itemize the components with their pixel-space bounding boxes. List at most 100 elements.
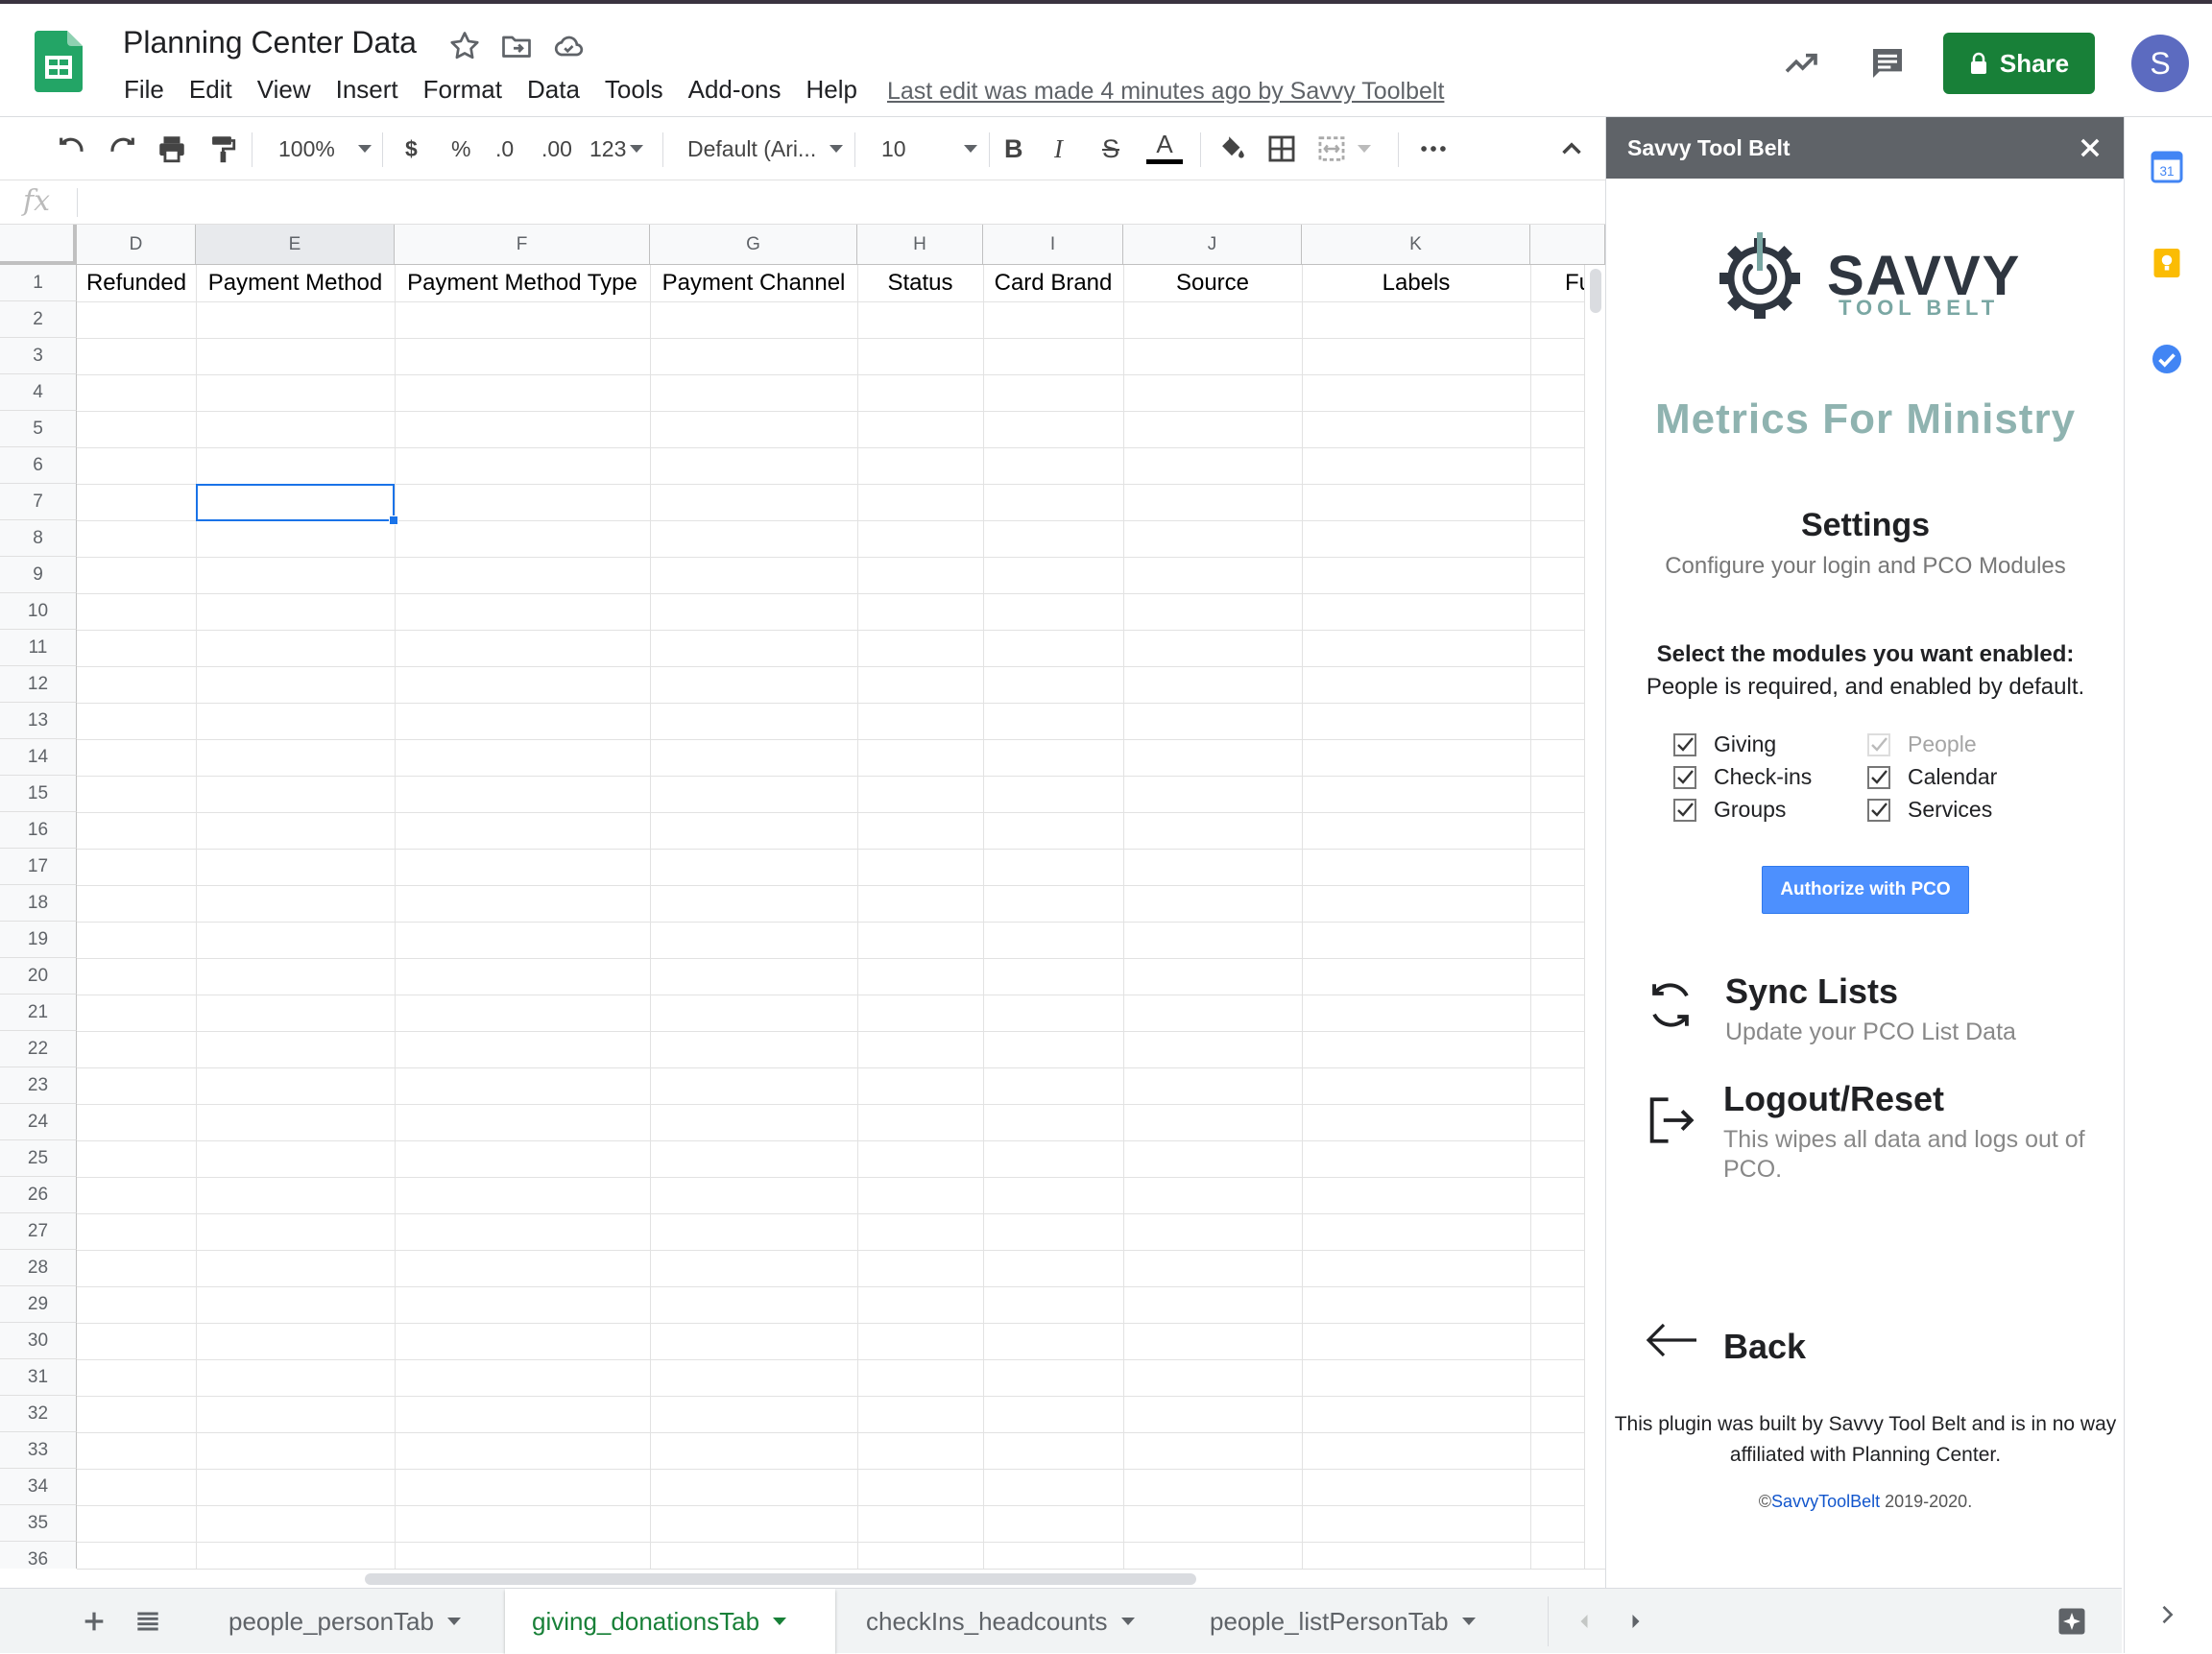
cell-h1[interactable]: Status [857,265,983,301]
italic-button[interactable]: I [1054,131,1063,167]
back-link[interactable]: Back [1723,1327,1806,1367]
row-header[interactable]: 3 [0,338,77,374]
merge-cells-icon[interactable] [1315,131,1371,167]
row-header[interactable]: 15 [0,776,77,812]
row-header[interactable]: 27 [0,1213,77,1250]
row-header[interactable]: 1 [0,265,77,301]
increase-decimal-button[interactable]: .00 [541,131,572,167]
row-header[interactable]: 17 [0,849,77,885]
row-header[interactable]: 25 [0,1140,77,1177]
last-edit-link[interactable]: Last edit was made 4 minutes ago by Savv… [887,78,1444,106]
column-header-g[interactable]: G [650,225,857,265]
sheets-logo-icon[interactable] [35,31,83,92]
row-header[interactable]: 6 [0,447,77,484]
cell-f1[interactable]: Payment Method Type [395,265,650,301]
close-icon[interactable] [2077,134,2104,161]
selected-cell[interactable] [196,484,395,521]
share-button[interactable]: Share [1943,33,2095,94]
horizontal-scrollbar[interactable] [77,1569,1605,1588]
row-header[interactable]: 23 [0,1067,77,1104]
arrow-left-icon[interactable] [1645,1321,1698,1359]
row-header[interactable]: 12 [0,666,77,703]
row-header[interactable]: 18 [0,885,77,922]
row-header[interactable]: 11 [0,630,77,666]
logout-reset-title[interactable]: Logout/Reset [1723,1079,1944,1119]
sheet-tab-giving-donations[interactable]: giving_donationsTab [505,1589,835,1654]
fill-handle[interactable] [389,515,398,525]
cloud-saved-icon[interactable] [551,29,586,63]
authorize-pco-button[interactable]: Authorize with PCO [1762,866,1969,914]
vertical-scroll-thumb[interactable] [1590,269,1601,313]
font-size-select[interactable]: 10 [881,131,977,167]
row-header[interactable]: 10 [0,593,77,630]
borders-icon[interactable] [1265,131,1298,167]
menu-format[interactable]: Format [411,75,515,105]
menu-help[interactable]: Help [793,75,869,105]
column-header-d[interactable]: D [77,225,196,265]
savvy-toolbelt-link[interactable]: SavvyToolBelt [1771,1492,1880,1511]
cell-i1[interactable]: Card Brand [983,265,1123,301]
collapse-menus-icon[interactable] [1555,131,1588,167]
select-all-corner[interactable] [0,225,77,265]
document-title[interactable]: Planning Center Data [123,25,417,60]
cell-e1[interactable]: Payment Method [196,265,395,301]
zoom-select[interactable]: 100% [278,131,372,167]
redo-icon[interactable] [106,131,138,167]
sheet-tab-checkins-headcounts[interactable]: checkIns_headcounts [839,1589,1166,1654]
account-avatar[interactable]: S [2131,35,2189,92]
scroll-tabs-left-icon[interactable] [1571,1608,1598,1635]
sync-lists-title[interactable]: Sync Lists [1725,971,1898,1012]
format-currency-button[interactable]: $ [405,131,418,167]
format-percent-button[interactable]: % [451,131,470,167]
column-header-k[interactable]: K [1302,225,1530,265]
row-header[interactable]: 9 [0,557,77,593]
strikethrough-button[interactable]: S [1102,131,1119,167]
module-services[interactable]: Services [1867,797,1992,823]
more-options-icon[interactable] [1417,131,1450,167]
add-sheet-icon[interactable] [79,1606,109,1637]
fill-color-icon[interactable] [1215,131,1248,167]
row-header[interactable]: 33 [0,1432,77,1469]
row-header[interactable]: 34 [0,1469,77,1505]
formula-input[interactable] [92,184,1580,219]
bold-button[interactable]: B [1004,131,1023,167]
row-header[interactable]: 22 [0,1031,77,1067]
explore-icon[interactable] [2055,1604,2089,1639]
row-header[interactable]: 36 [0,1542,77,1569]
menu-add-ons[interactable]: Add-ons [676,75,794,105]
row-header[interactable]: 21 [0,995,77,1031]
row-header[interactable]: 5 [0,411,77,447]
undo-icon[interactable] [56,131,88,167]
column-header-j[interactable]: J [1123,225,1302,265]
row-header[interactable]: 30 [0,1323,77,1359]
cell-d1[interactable]: Refunded [77,265,196,301]
sync-icon[interactable] [1643,977,1698,1033]
vertical-scrollbar[interactable] [1584,265,1605,1569]
calendar-icon[interactable]: 31 [2150,150,2184,184]
module-groups[interactable]: Groups [1673,797,1786,823]
cell-k1[interactable]: Labels [1302,265,1530,301]
menu-data[interactable]: Data [515,75,592,105]
row-header[interactable]: 28 [0,1250,77,1286]
cell-l1[interactable]: Fu [1530,265,1584,301]
keep-icon[interactable] [2150,246,2184,280]
sheet-tab-people-list-person[interactable]: people_listPersonTab [1183,1589,1523,1654]
menu-view[interactable]: View [245,75,324,105]
row-header[interactable]: 8 [0,520,77,557]
column-header-h[interactable]: H [857,225,983,265]
cell-j1[interactable]: Source [1123,265,1302,301]
row-header[interactable]: 19 [0,922,77,958]
more-formats-select[interactable]: 123 [589,131,644,167]
move-to-folder-icon[interactable] [499,29,534,63]
trending-up-icon[interactable] [1782,44,1820,83]
all-sheets-icon[interactable] [132,1606,163,1637]
row-header[interactable]: 32 [0,1396,77,1432]
row-header[interactable]: 14 [0,739,77,776]
tasks-icon[interactable] [2150,342,2184,376]
row-header[interactable]: 4 [0,374,77,411]
chevron-right-icon[interactable] [2153,1601,2180,1628]
row-header[interactable]: 29 [0,1286,77,1323]
print-icon[interactable] [156,131,188,167]
menu-insert[interactable]: Insert [324,75,411,105]
row-header[interactable]: 26 [0,1177,77,1213]
